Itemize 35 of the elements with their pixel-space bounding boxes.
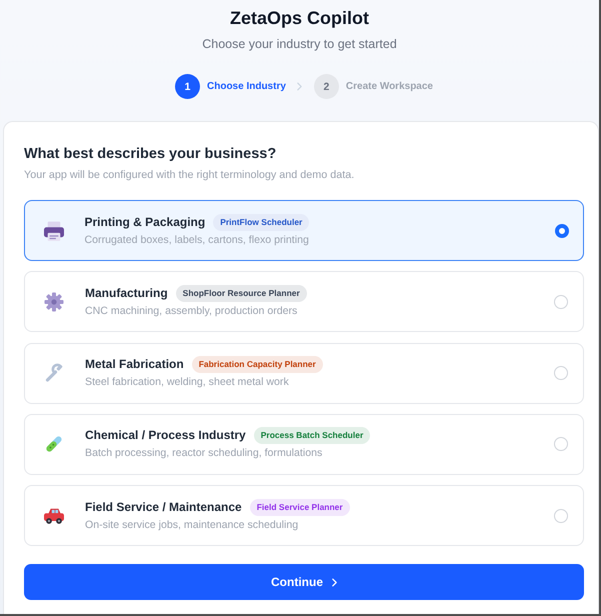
product-tag: Field Service Planner [250,498,350,516]
option-description: Steel fabrication, welding, sheet metal work [85,375,289,390]
industry-option[interactable]: Field Service / Maintenance Field Service Planner On-site service jobs, maintenance scheduling [24,485,584,546]
product-tag: PrintFlow Scheduler [213,214,310,230]
gear-icon [44,292,64,312]
wrench-icon [44,363,64,383]
industry-option[interactable]: Printing & Packaging PrintFlow Scheduler Corrugated boxes, labels, cartons, flexo printing [24,200,584,261]
chevron-icon [332,578,337,586]
industry-option[interactable]: Manufacturing ShopFloor Resource Planner CNC machining, assembly, production orders [24,271,584,332]
continue-button[interactable]: Continue [24,564,584,600]
product-tag: Process Batch Scheduler [254,427,370,444]
app-subtitle: Choose your industry to get started [202,36,397,53]
radio-button[interactable] [554,224,568,238]
option-title: Manufacturing [85,284,168,302]
step-number: 1 [175,74,200,99]
step-label: Create Workspace [346,81,433,92]
option-title: Chemical / Process Industry [85,427,246,444]
product-tag: Fabrication Capacity Planner [192,356,323,373]
printer-icon [44,220,64,240]
option-description: Corrugated boxes, labels, cartons, flexo printing [84,232,309,248]
form-description: Your app will be configured with the right terminology and demo data. [24,168,356,183]
product-tag: ShopFloor Resource Planner [176,284,307,302]
industry-option[interactable]: Metal Fabrication Fabrication Capacity Planner Steel fabrication, welding, sheet metal work [24,342,584,404]
form-heading: What best describes your business? [24,145,278,164]
step-number: 2 [314,74,339,99]
chevron-icon [296,82,302,91]
option-title: Field Service / Maintenance [85,498,242,516]
industry-option[interactable]: Chemical / Process Industry Process Batch Scheduler Batch processing, reactor scheduling, formulations [24,414,584,475]
app-title: ZetaOps Copilot [230,7,369,30]
option-title: Metal Fabrication [85,356,184,373]
option-title: Printing & Packaging [84,214,206,230]
option-description: CNC machining, assembly, production orders [85,304,298,319]
step-label: Choose Industry [207,81,286,92]
option-description: Batch processing, reactor scheduling, formulations [85,446,322,462]
option-description: On-site service jobs, maintenance scheduling [85,518,298,532]
